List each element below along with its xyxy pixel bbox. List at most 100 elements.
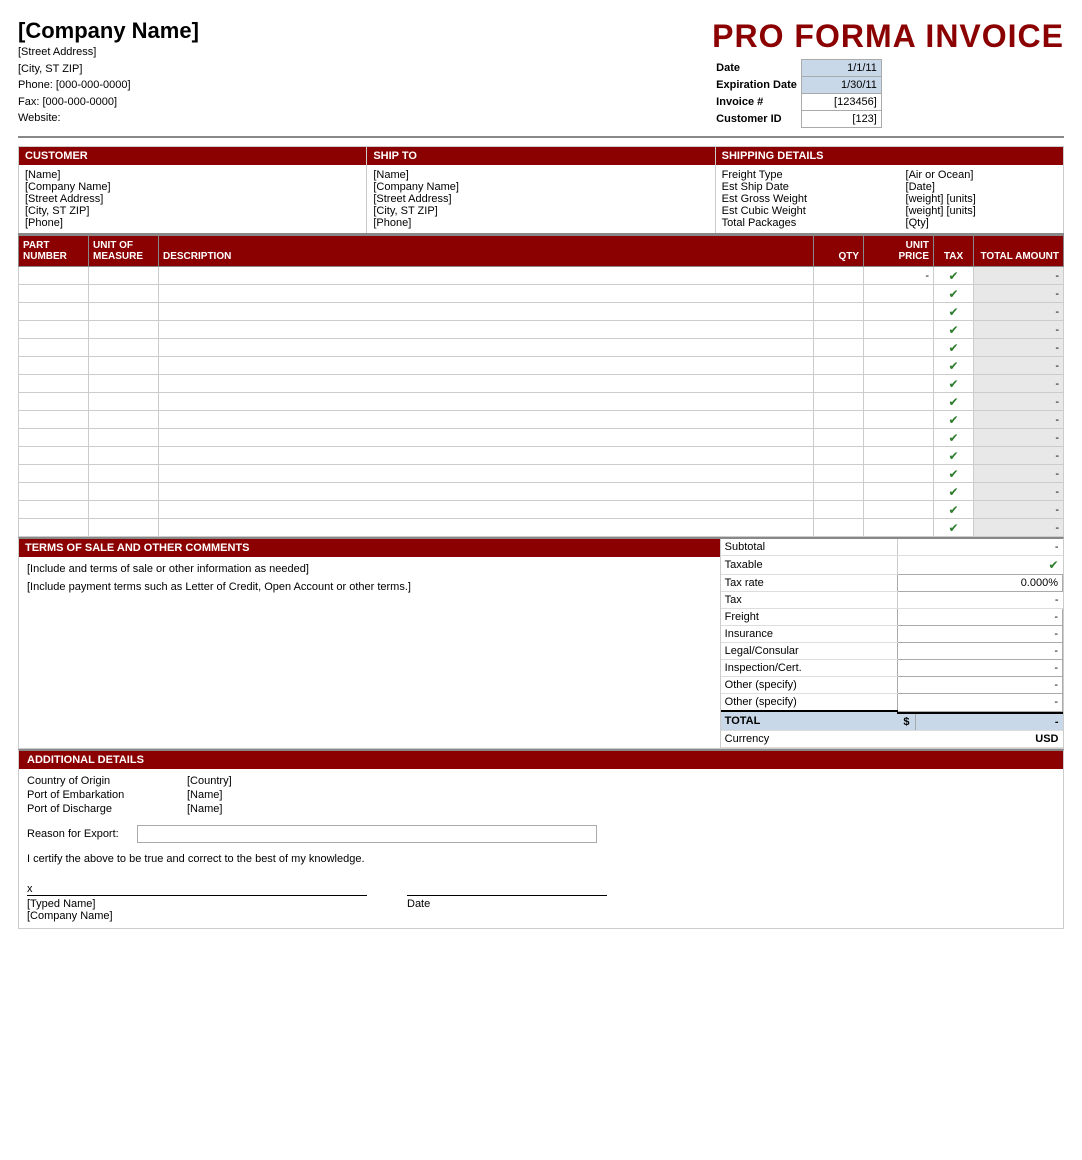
ship-to-col: SHIP TO [Name] [Company Name] [Street Ad… bbox=[367, 147, 715, 233]
th-qty: QTY bbox=[814, 236, 864, 267]
table-row: ✔- bbox=[19, 375, 1064, 393]
additional-section: ADDITIONAL DETAILS Country of Origin [Co… bbox=[18, 749, 1064, 929]
uom-cell bbox=[89, 483, 159, 501]
price-cell bbox=[864, 393, 934, 411]
company-info: [Company Name] [Street Address] [City, S… bbox=[18, 18, 199, 127]
tax-check-icon[interactable]: ✔ bbox=[948, 377, 958, 391]
customer-header: CUSTOMER bbox=[19, 147, 366, 165]
tax-check-icon[interactable]: ✔ bbox=[948, 449, 958, 463]
table-row: -✔- bbox=[19, 267, 1064, 285]
th-unit-price: UNITPRICE bbox=[864, 236, 934, 267]
gross-weight-value: [weight] [units] bbox=[906, 193, 1057, 205]
part-cell bbox=[19, 285, 89, 303]
part-cell bbox=[19, 519, 89, 537]
country-label: Country of Origin bbox=[27, 775, 187, 787]
uom-cell bbox=[89, 447, 159, 465]
uom-cell bbox=[89, 465, 159, 483]
tax-check-icon[interactable]: ✔ bbox=[948, 485, 958, 499]
tax-rate-value[interactable]: 0.000% bbox=[897, 575, 1062, 592]
th-tax: TAX bbox=[934, 236, 974, 267]
uom-cell bbox=[89, 357, 159, 375]
price-cell bbox=[864, 339, 934, 357]
ship-to-phone: [Phone] bbox=[373, 217, 708, 229]
tax-cell: ✔ bbox=[934, 465, 974, 483]
sig-block-right: x Date bbox=[407, 883, 607, 922]
desc-cell bbox=[159, 303, 814, 321]
part-cell bbox=[19, 393, 89, 411]
cubic-weight-value: [weight] [units] bbox=[906, 205, 1057, 217]
reason-input[interactable] bbox=[137, 825, 597, 843]
th-description: DESCRIPTION bbox=[159, 236, 814, 267]
insurance-value[interactable]: - bbox=[897, 626, 1062, 643]
tax-check-icon[interactable]: ✔ bbox=[948, 305, 958, 319]
other2-label: Other (specify) bbox=[721, 694, 898, 712]
tax-check-icon[interactable]: ✔ bbox=[948, 503, 958, 517]
tax-check-taxable: ✔ bbox=[1048, 558, 1058, 572]
customer-company: [Company Name] bbox=[25, 181, 360, 193]
tax-value: - bbox=[897, 592, 1062, 609]
tax-rate-label: Tax rate bbox=[721, 575, 898, 592]
expiration-value: 1/30/11 bbox=[801, 77, 881, 94]
qty-cell bbox=[814, 267, 864, 285]
tax-check-icon[interactable]: ✔ bbox=[948, 287, 958, 301]
price-cell bbox=[864, 447, 934, 465]
freight-value[interactable]: - bbox=[897, 609, 1062, 626]
tax-check-icon[interactable]: ✔ bbox=[948, 521, 958, 535]
currency-label: Currency bbox=[721, 731, 898, 748]
price-cell bbox=[864, 519, 934, 537]
desc-cell bbox=[159, 483, 814, 501]
price-cell bbox=[864, 357, 934, 375]
part-cell bbox=[19, 321, 89, 339]
tax-check-icon[interactable]: ✔ bbox=[948, 323, 958, 337]
table-row: ✔- bbox=[19, 303, 1064, 321]
desc-cell bbox=[159, 393, 814, 411]
customer-name: [Name] bbox=[25, 169, 360, 181]
bottom-section: TERMS OF SALE AND OTHER COMMENTS [Includ… bbox=[18, 537, 1064, 749]
tax-check-icon[interactable]: ✔ bbox=[948, 341, 958, 355]
other1-value[interactable]: - bbox=[897, 677, 1062, 694]
city-state-zip: [City, ST ZIP] bbox=[18, 61, 199, 78]
table-row: ✔- bbox=[19, 501, 1064, 519]
date-table: Date 1/1/11 Expiration Date 1/30/11 Invo… bbox=[712, 59, 882, 128]
tax-label: Tax bbox=[721, 592, 898, 609]
sig-line-date bbox=[407, 895, 607, 896]
shipping-header: SHIPPING DETAILS bbox=[716, 147, 1063, 165]
qty-cell bbox=[814, 411, 864, 429]
inspection-value[interactable]: - bbox=[897, 660, 1062, 677]
amount-cell: - bbox=[974, 375, 1064, 393]
price-cell bbox=[864, 375, 934, 393]
customer-city: [City, ST ZIP] bbox=[25, 205, 360, 217]
legal-value[interactable]: - bbox=[897, 643, 1062, 660]
table-row: ✔- bbox=[19, 429, 1064, 447]
table-row: ✔- bbox=[19, 519, 1064, 537]
desc-cell bbox=[159, 267, 814, 285]
table-row: ✔- bbox=[19, 447, 1064, 465]
tax-cell: ✔ bbox=[934, 375, 974, 393]
total-label: TOTAL bbox=[721, 711, 898, 731]
header: [Company Name] [Street Address] [City, S… bbox=[18, 18, 1064, 138]
terms-col: TERMS OF SALE AND OTHER COMMENTS [Includ… bbox=[19, 539, 721, 748]
tax-check-icon[interactable]: ✔ bbox=[948, 413, 958, 427]
discharge-row: Port of Discharge [Name] bbox=[27, 803, 1055, 815]
qty-cell bbox=[814, 321, 864, 339]
ship-to-street: [Street Address] bbox=[373, 193, 708, 205]
amount-cell: - bbox=[974, 465, 1064, 483]
tax-check-icon[interactable]: ✔ bbox=[948, 431, 958, 445]
terms-line2: [Include payment terms such as Letter of… bbox=[27, 581, 712, 593]
tax-check-icon[interactable]: ✔ bbox=[948, 269, 958, 283]
qty-cell bbox=[814, 357, 864, 375]
price-cell bbox=[864, 501, 934, 519]
terms-line1: [Include and terms of sale or other info… bbox=[27, 563, 712, 575]
total-packages-value: [Qty] bbox=[906, 217, 1057, 229]
tax-check-icon[interactable]: ✔ bbox=[948, 467, 958, 481]
uom-cell bbox=[89, 339, 159, 357]
part-cell bbox=[19, 447, 89, 465]
tax-check-icon[interactable]: ✔ bbox=[948, 359, 958, 373]
tax-check-icon[interactable]: ✔ bbox=[948, 395, 958, 409]
amount-cell: - bbox=[974, 267, 1064, 285]
header-right: PRO FORMA INVOICE Date 1/1/11 Expiration… bbox=[712, 18, 1064, 128]
sig-block-left: x [Typed Name] [Company Name] bbox=[27, 883, 367, 922]
part-cell bbox=[19, 375, 89, 393]
other2-value[interactable]: - bbox=[897, 694, 1062, 712]
qty-cell bbox=[814, 447, 864, 465]
